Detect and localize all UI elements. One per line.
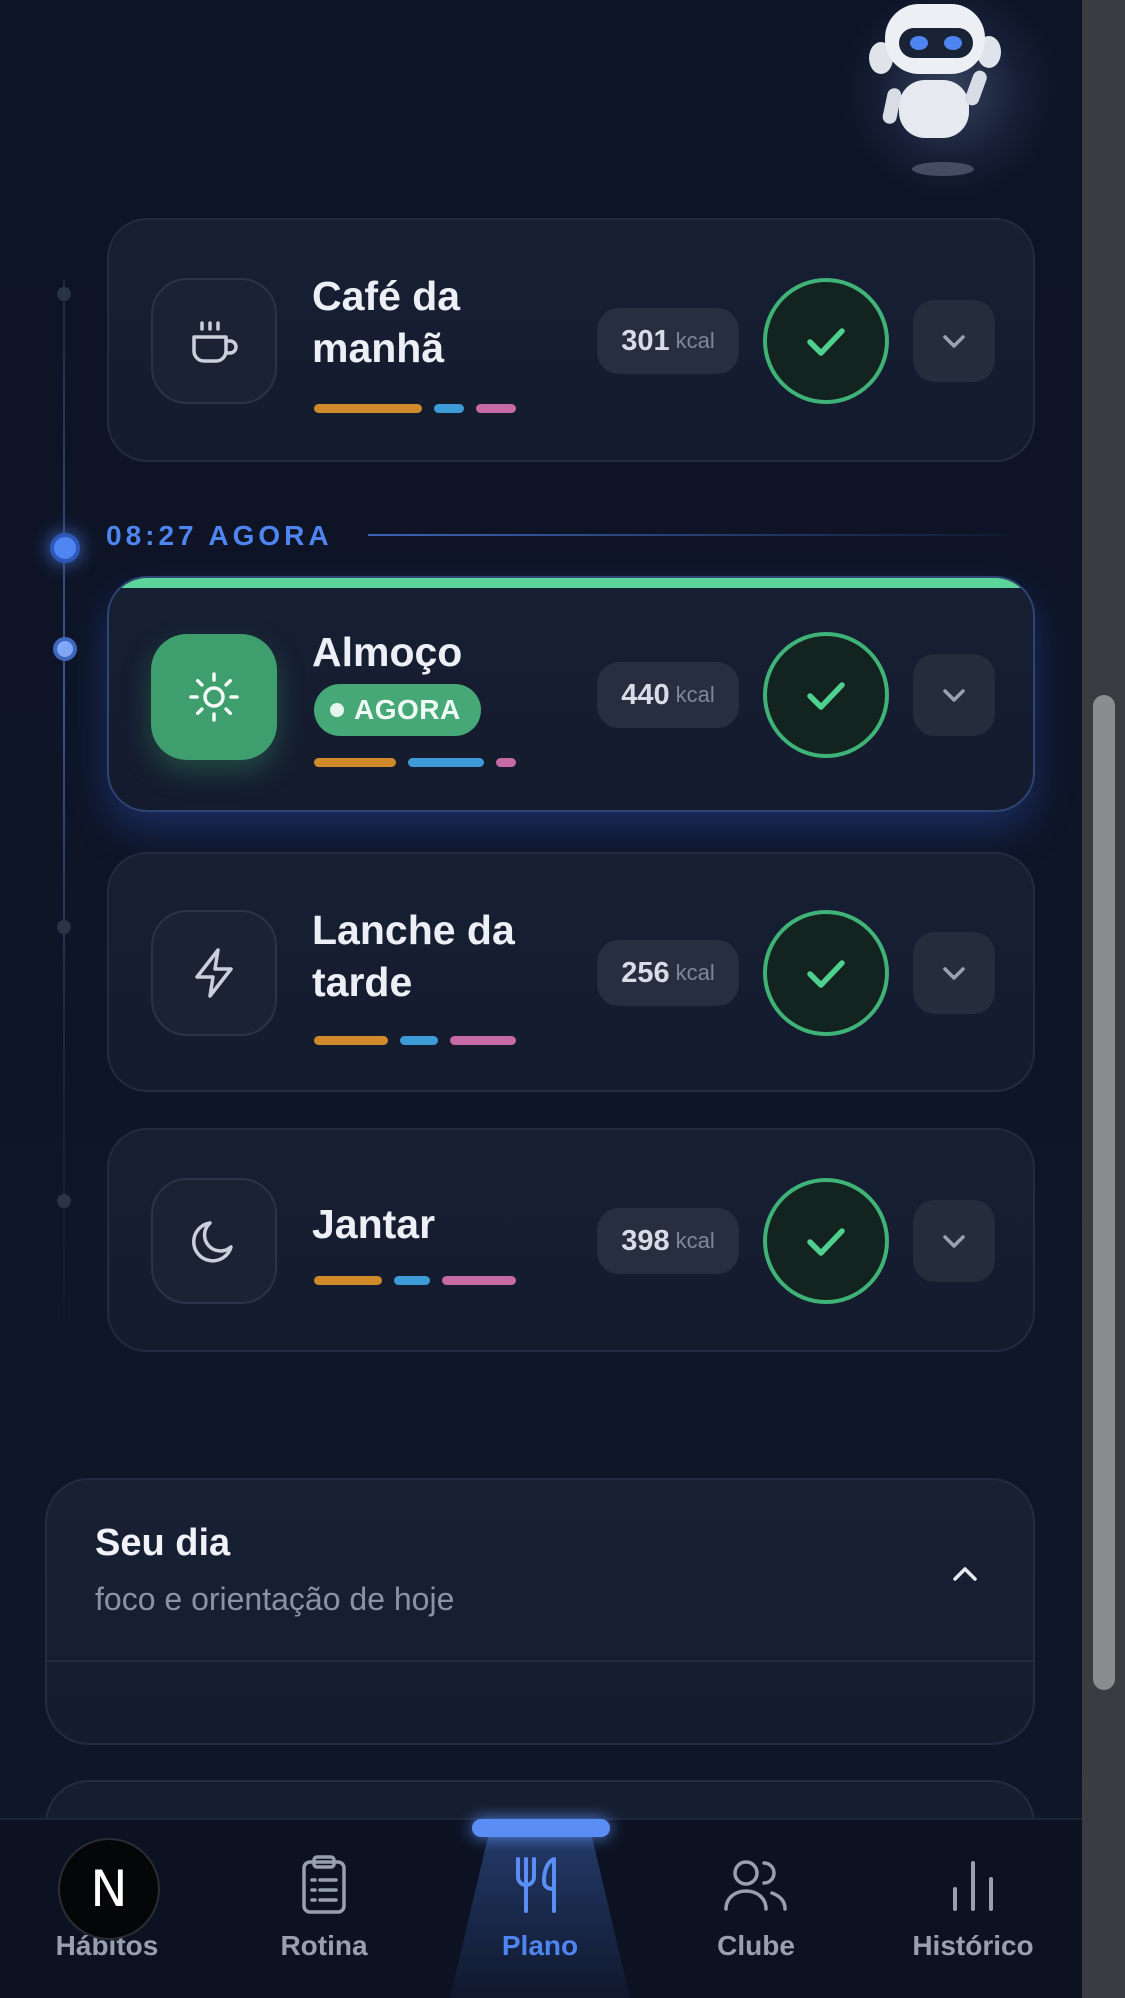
chevron-down-icon [943,967,965,980]
macro-bar-protein [434,404,464,413]
tab-historico[interactable]: Histórico [873,1850,1073,1990]
complete-meal-button[interactable] [763,632,889,758]
check-icon [807,960,845,988]
moon-icon [151,1178,277,1304]
clipboard-icon [289,1850,359,1920]
meal-title: Café da manhã [312,273,461,371]
tab-plano[interactable]: Plano [440,1850,640,1990]
meal-card-lunch[interactable]: Almoço AGORA 440 kcal [107,576,1035,812]
status-dot [330,703,344,717]
active-indicator-bar [109,578,1033,588]
robot-mascot-icon[interactable] [855,0,1015,160]
chevron-down-icon [943,689,965,702]
meal-title: Jantar [312,1201,436,1247]
expand-meal-button[interactable] [913,932,995,1014]
complete-meal-button[interactable] [763,278,889,404]
expand-meal-button[interactable] [913,654,995,736]
kcal-pill: 256 kcal [597,940,739,1006]
timeline-now-dot [50,533,80,563]
active-tab-indicator [472,1819,610,1837]
kcal-pill: 398 kcal [597,1208,739,1274]
seu-dia-title: Seu dia [95,1522,231,1564]
meal-card-afternoon-snack[interactable]: Lanche da tarde 256 kcal [107,852,1035,1092]
seu-dia-subtitle: foco e orientação de hoje [95,1581,455,1617]
macro-bar-carbs [314,758,396,767]
now-time-label: 08:27 AGORA [106,520,333,551]
coffee-cup-icon [151,278,277,404]
chevron-up-icon [953,1567,977,1581]
kcal-value: 256 [621,956,670,989]
timeline-dot [57,287,71,301]
lightning-icon [151,910,277,1036]
timeline-line [63,280,65,1320]
kcal-unit: kcal [675,960,715,985]
macro-bar-protein [394,1276,430,1285]
check-icon [807,682,845,710]
timeline-active-dot [53,637,77,661]
meal-title: Almoço [312,629,463,675]
kcal-unit: kcal [675,1228,715,1253]
macro-bar-protein [408,758,484,767]
check-icon [807,328,845,356]
kcal-value: 440 [621,678,670,711]
complete-meal-button[interactable] [763,910,889,1036]
meal-card-breakfast[interactable]: Café da manhã 301 kcal [107,218,1035,462]
now-status-badge: AGORA [314,684,481,736]
chevron-down-icon [943,335,965,348]
macro-bar-fat [442,1276,516,1285]
macro-bars [314,758,534,767]
macro-bar-protein [400,1036,438,1045]
kcal-value: 301 [621,324,670,357]
timeline-dot [57,920,71,934]
expand-meal-button[interactable] [913,300,995,382]
now-divider [368,534,1008,536]
meal-card-dinner[interactable]: Jantar 398 kcal [107,1128,1035,1352]
macro-bars [314,404,534,413]
macro-bar-carbs [314,404,422,413]
scrollbar-thumb[interactable] [1093,695,1115,1690]
macro-bars [314,1276,534,1285]
robot-shadow [912,162,974,176]
sun-icon [151,634,277,760]
timeline-dot [57,1194,71,1208]
kcal-pill: 301 kcal [597,308,739,374]
meal-title: Lanche da tarde [312,907,515,1005]
expand-meal-button[interactable] [913,1200,995,1282]
kcal-unit: kcal [675,328,715,353]
users-icon [721,1850,791,1920]
macro-bar-carbs [314,1276,382,1285]
macro-bar-fat [496,758,516,767]
macro-bar-carbs [314,1036,388,1045]
collapse-section-button[interactable] [940,1550,990,1600]
tab-rotina[interactable]: Rotina [224,1850,424,1990]
kcal-pill: 440 kcal [597,662,739,728]
macro-bar-fat [476,404,516,413]
n-avatar-badge[interactable]: N [58,1838,160,1940]
chevron-down-icon [943,1235,965,1248]
kcal-unit: kcal [675,682,715,707]
kcal-value: 398 [621,1224,670,1257]
check-icon [807,1228,845,1256]
tab-clube[interactable]: Clube [656,1850,856,1990]
macro-bar-fat [450,1036,516,1045]
fork-knife-icon [505,1850,575,1920]
complete-meal-button[interactable] [763,1178,889,1304]
macro-bars [314,1036,534,1045]
divider [47,1660,1033,1662]
bar-chart-icon [938,1850,1008,1920]
